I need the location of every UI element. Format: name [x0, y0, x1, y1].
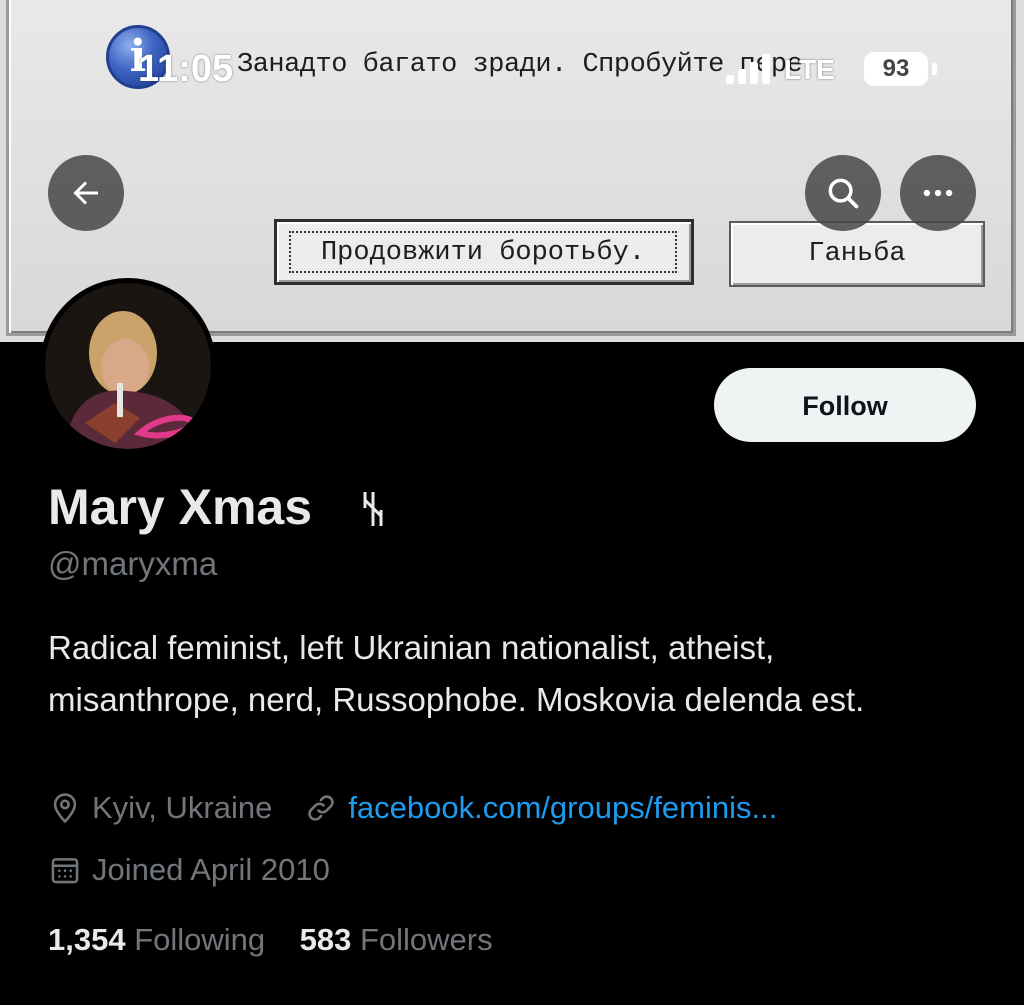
rune-icon	[363, 492, 383, 526]
more-horizontal-icon	[923, 189, 953, 197]
follow-stats: 1,354 Following 583 Followers	[48, 922, 493, 958]
battery-icon: 93	[864, 52, 928, 86]
signal-icon	[726, 52, 776, 84]
more-button[interactable]	[900, 155, 976, 231]
followers-count: 583	[299, 922, 352, 957]
location-text: Kyiv, Ukraine	[92, 790, 273, 825]
dialog-shame-button: Ганьба	[729, 221, 985, 287]
follow-button[interactable]: Follow	[714, 368, 976, 442]
followers-link[interactable]: 583 Followers	[300, 922, 493, 957]
arrow-left-icon	[73, 181, 98, 205]
dialog-continue-label: Продовжити боротьбу.	[289, 231, 677, 273]
search-icon	[828, 178, 859, 209]
status-time: 11:05	[138, 48, 234, 90]
bio-text: Radical feminist, left Ukrainian nationa…	[48, 629, 865, 718]
profile-link[interactable]: facebook.com/groups/feminis...	[348, 790, 777, 826]
search-button[interactable]	[805, 155, 881, 231]
display-name: Mary Xmas	[48, 479, 313, 535]
user-handle: @maryxma	[48, 545, 218, 582]
dialog-continue-button: Продовжити боротьбу.	[274, 219, 694, 285]
avatar-photo	[45, 283, 211, 449]
following-label: Following	[134, 922, 266, 957]
following-link[interactable]: 1,354 Following	[48, 922, 265, 957]
network-label: LTE	[784, 54, 835, 85]
battery-nub	[932, 63, 937, 75]
avatar[interactable]	[40, 278, 216, 454]
joined-date: Joined April 2010	[92, 852, 330, 887]
back-button[interactable]	[48, 155, 124, 231]
joined-row: Joined April 2010	[48, 852, 330, 888]
dialog-message: Занадто багато зради. Спробуйте пере	[237, 50, 803, 80]
link-icon	[308, 795, 334, 821]
profile-meta-row: Kyiv, Ukraine facebook.com/groups/femini…	[48, 790, 777, 826]
calendar-icon	[51, 858, 79, 884]
following-count: 1,354	[48, 922, 126, 957]
followers-label: Followers	[359, 922, 493, 957]
location-pin-icon	[53, 793, 77, 824]
